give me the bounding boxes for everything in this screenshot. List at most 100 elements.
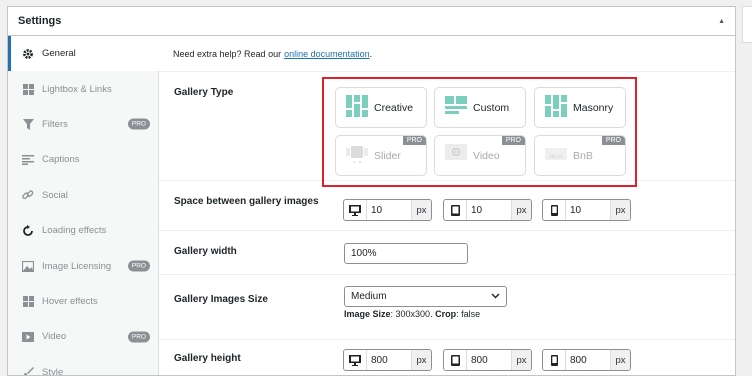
mobile-icon	[543, 350, 566, 370]
unit-label: px	[610, 200, 630, 220]
unit-label: px	[511, 350, 531, 370]
collapse-arrow-icon[interactable]: ▲	[718, 18, 725, 25]
sidebar-item-label: General	[42, 48, 76, 60]
sidebar-item-lightbox-links[interactable]: Lightbox & Links	[8, 71, 158, 106]
help-suffix: .	[369, 48, 373, 59]
sidebar-item-label: Image Licensing	[42, 260, 112, 272]
unit-label: px	[411, 200, 431, 220]
height-desktop-input[interactable]: 800 px	[343, 349, 432, 371]
sidebar-item-style[interactable]: Style	[8, 355, 158, 376]
brush-icon	[22, 366, 34, 375]
sidebar-item-label: Captions	[42, 154, 80, 166]
gallery-type-label-text: Masonry	[573, 101, 614, 114]
gallery-type-video[interactable]: Video PRO	[434, 135, 526, 176]
panel-header: Settings ▲	[8, 7, 735, 36]
image-size-key: Image Size	[344, 309, 391, 319]
sidebar-item-label: Hover effects	[42, 295, 98, 307]
spacing-label: Space between gallery images	[174, 196, 319, 207]
height-tablet-value[interactable]: 800	[467, 350, 511, 370]
spacing-mobile-value[interactable]: 10	[566, 200, 610, 220]
gallery-type-label-text: Slider	[374, 149, 401, 162]
images-size-label: Gallery Images Size	[174, 294, 268, 305]
pro-badge: PRO	[127, 331, 150, 343]
sidebar-item-filters[interactable]: Filters PRO	[8, 107, 158, 142]
panel-title: Settings	[18, 15, 62, 27]
crop-key: Crop	[435, 309, 457, 319]
pro-badge: PRO	[402, 136, 426, 145]
refresh-icon	[22, 224, 34, 237]
spacing-desktop-input[interactable]: 10 px	[343, 199, 432, 221]
lines-icon	[22, 154, 34, 166]
sidebar-item-social[interactable]: Social	[8, 178, 158, 213]
height-mobile-input[interactable]: 800 px	[542, 349, 631, 371]
gallery-width-input[interactable]: 100%	[344, 243, 468, 264]
sidebar-item-image-licensing[interactable]: Image Licensing PRO	[8, 248, 158, 283]
gallery-type-label-text: Video	[473, 149, 500, 162]
images-size-row: Gallery Images Size	[159, 274, 735, 340]
crop-value: : false	[456, 309, 481, 319]
sidebar-item-label: Social	[42, 189, 68, 201]
tablet-icon	[444, 200, 467, 220]
pro-badge: PRO	[127, 260, 150, 272]
sidebar-item-captions[interactable]: Captions	[8, 142, 158, 177]
pro-badge: PRO	[601, 136, 625, 145]
sidebar-item-loading-effects[interactable]: Loading effects	[8, 213, 158, 248]
mobile-icon	[543, 200, 566, 220]
grid-icon	[22, 83, 34, 95]
sidebar-item-label: Video	[42, 331, 67, 343]
gallery-type-label-text: Custom	[473, 101, 510, 114]
link-icon	[22, 189, 34, 201]
sidebar-item-label: Loading effects	[42, 225, 107, 237]
height-tablet-input[interactable]: 800 px	[443, 349, 532, 371]
gallery-type-slider[interactable]: Slider PRO	[335, 135, 427, 176]
spacing-tablet-value[interactable]: 10	[467, 200, 511, 220]
gallery-type-custom[interactable]: Custom	[434, 87, 526, 128]
gallery-width-value: 100%	[351, 248, 377, 259]
sidebar-item-label: Filters	[42, 118, 68, 130]
spacing-mobile-input[interactable]: 10 px	[542, 199, 631, 221]
gallery-type-creative[interactable]: Creative	[335, 87, 427, 128]
tablet-icon	[444, 350, 467, 370]
images-size-selected: Medium	[351, 291, 387, 302]
page-scroll-edge	[738, 0, 752, 370]
desktop-icon	[344, 200, 367, 220]
side-widget	[742, 6, 752, 43]
custom-layout-icon	[445, 96, 467, 119]
image-size-value: : 300x300.	[390, 309, 433, 319]
slider-layout-icon	[346, 144, 368, 167]
sidebar-item-general[interactable]: General	[8, 36, 159, 72]
desktop-icon	[344, 350, 367, 370]
width-label: Gallery width	[174, 246, 237, 257]
sidebar-item-hover-effects[interactable]: Hover effects	[8, 284, 158, 319]
image-size-note: Image Size: 300x300. Crop: false	[344, 309, 480, 319]
creative-layout-icon	[346, 95, 368, 120]
sidebar-item-label: Style	[42, 366, 64, 376]
gallery-type-bnb[interactable]: BnB PRO	[534, 135, 626, 176]
sidebar-item-video[interactable]: Video PRO	[8, 319, 158, 354]
play-icon	[22, 331, 34, 343]
gallery-type-label-text: Creative	[374, 101, 414, 114]
pro-badge: PRO	[127, 118, 150, 130]
documentation-link[interactable]: online documentation	[284, 49, 370, 59]
pro-badge: PRO	[501, 136, 525, 145]
height-mobile-value[interactable]: 800	[566, 350, 610, 370]
spacing-desktop-value[interactable]: 10	[367, 200, 411, 220]
spacing-tablet-input[interactable]: 10 px	[443, 199, 532, 221]
sidebar-item-label: Lightbox & Links	[42, 83, 112, 95]
gear-icon	[22, 48, 34, 60]
gallery-type-masonry[interactable]: Masonry	[534, 87, 626, 128]
settings-content: Need extra help? Read our online documen…	[159, 36, 735, 375]
unit-label: px	[411, 350, 431, 370]
images-size-select[interactable]: Medium	[344, 286, 507, 307]
help-text: Need extra help? Read our	[173, 48, 282, 59]
bnb-layout-icon	[545, 146, 567, 165]
chevron-down-icon	[491, 291, 500, 302]
video-layout-icon	[445, 144, 467, 167]
height-desktop-value[interactable]: 800	[367, 350, 411, 370]
unit-label: px	[610, 350, 630, 370]
funnel-icon	[22, 118, 34, 130]
gallery-type-label: Gallery Type	[174, 87, 234, 98]
unit-label: px	[511, 200, 531, 220]
masonry-layout-icon	[545, 95, 567, 120]
settings-sidebar: General Lightbox & Links Filters PRO Cap…	[8, 36, 159, 375]
